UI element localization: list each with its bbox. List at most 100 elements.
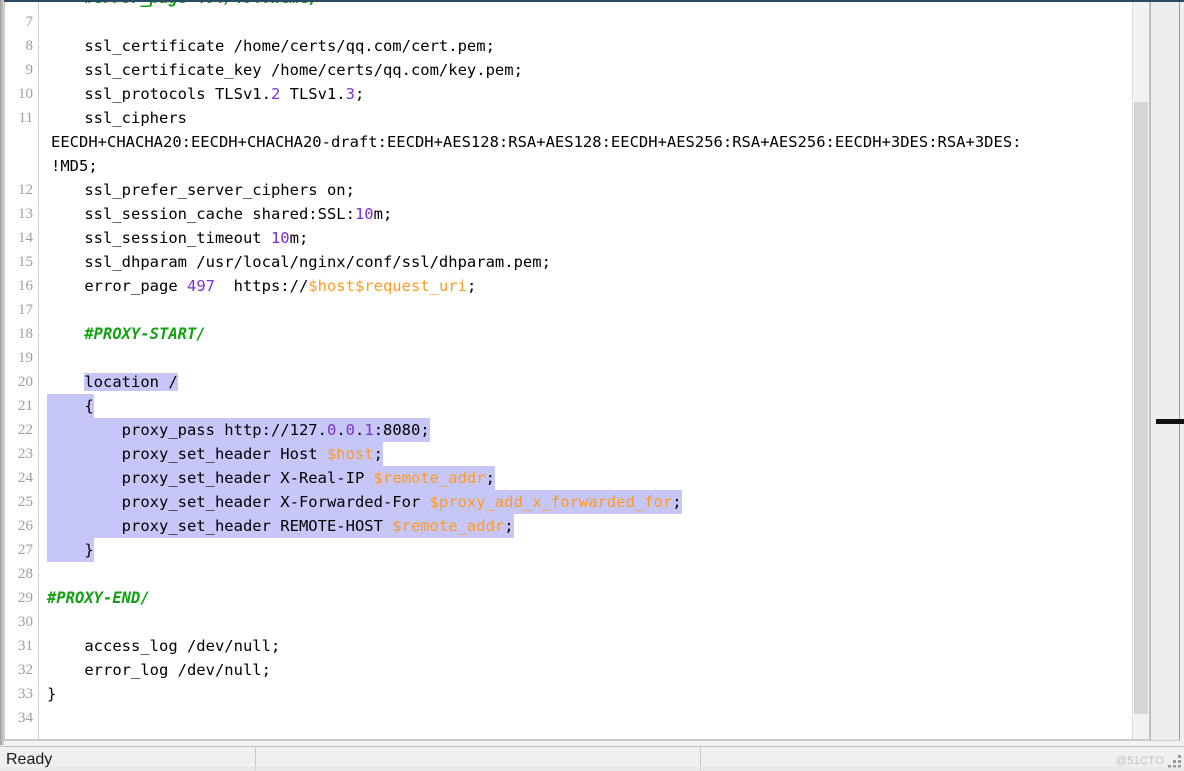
code-line[interactable]: 24 proxy_set_header X-Real-IP $remote_ad… bbox=[5, 466, 1149, 490]
line-number: 14 bbox=[18, 230, 33, 246]
line-number: 29 bbox=[18, 590, 33, 606]
code-line-text[interactable]: location / bbox=[47, 370, 178, 394]
code-token: error_page bbox=[47, 277, 187, 295]
code-token: EECDH+CHACHA20:EECDH+CHACHA20-draft:EECD… bbox=[51, 133, 1022, 151]
code-line-text[interactable]: ssl_ciphers bbox=[47, 106, 187, 130]
code-token: 2 bbox=[270, 85, 281, 103]
code-line[interactable]: 9 ssl_certificate_key /home/certs/qq.com… bbox=[5, 58, 1149, 82]
code-line[interactable]: 15 ssl_dhparam /usr/local/nginx/conf/ssl… bbox=[5, 250, 1149, 274]
line-number: 20 bbox=[18, 374, 33, 390]
line-number: 10 bbox=[18, 86, 33, 102]
code-line[interactable]: 22 proxy_pass http://127.0.0.1:8080; bbox=[5, 418, 1149, 442]
watermark-label: @51CTO bbox=[1115, 755, 1164, 767]
code-line[interactable]: 8 ssl_certificate /home/certs/qq.com/cer… bbox=[5, 34, 1149, 58]
code-line-text[interactable]: ssl_session_cache shared:SSL:10m; bbox=[47, 202, 392, 226]
code-token: #error_page 404/404.html; bbox=[84, 2, 317, 7]
code-line[interactable]: 28 bbox=[5, 562, 1149, 586]
code-line[interactable]: 6 #error_page 404/404.html; bbox=[5, 2, 1149, 10]
code-line[interactable]: 13 ssl_session_cache shared:SSL:10m; bbox=[5, 202, 1149, 226]
code-token: ssl_protocols TLSv1. bbox=[47, 85, 271, 103]
code-line-text[interactable]: #error_page 404/404.html; bbox=[47, 2, 317, 10]
code-line[interactable]: 16 error_page 497 https://$host$request_… bbox=[5, 274, 1149, 298]
code-token: ; bbox=[504, 517, 514, 535]
code-line-text[interactable]: #PROXY-END/ bbox=[47, 586, 150, 610]
code-line[interactable]: 34 bbox=[5, 706, 1149, 730]
code-line-text[interactable]: access_log /dev/null; bbox=[47, 634, 280, 658]
code-line-text[interactable]: error_page 497 https://$host$request_uri… bbox=[47, 274, 476, 298]
line-number: 12 bbox=[18, 182, 33, 198]
code-line[interactable]: 26 proxy_set_header REMOTE-HOST $remote_… bbox=[5, 514, 1149, 538]
line-number: 28 bbox=[18, 566, 33, 582]
code-line-text[interactable]: ssl_dhparam /usr/local/nginx/conf/ssl/dh… bbox=[47, 250, 551, 274]
line-number: 30 bbox=[18, 614, 33, 630]
code-line-text[interactable]: ssl_protocols TLSv1.2 TLSv1.3; bbox=[47, 82, 364, 106]
line-number: 21 bbox=[18, 398, 33, 414]
code-line[interactable]: 18 #PROXY-START/ bbox=[5, 322, 1149, 346]
code-line-text[interactable]: EECDH+CHACHA20:EECDH+CHACHA20-draft:EECD… bbox=[51, 130, 1022, 154]
code-token: #PROXY-START/ bbox=[84, 325, 206, 343]
line-number: 26 bbox=[18, 518, 33, 534]
code-token: m; bbox=[289, 229, 309, 247]
code-line-text[interactable]: proxy_set_header Host $host; bbox=[47, 442, 383, 466]
code-line-text[interactable]: proxy_pass http://127.0.0.1:8080; bbox=[47, 418, 430, 442]
line-number: 11 bbox=[18, 110, 33, 126]
line-number: 17 bbox=[18, 302, 33, 318]
code-line[interactable]: 20 location / bbox=[5, 370, 1149, 394]
vertical-scrollbar-thumb[interactable] bbox=[1134, 102, 1148, 714]
code-surface[interactable]: 6 #error_page 404/404.html; 7 8 ssl_certif… bbox=[5, 2, 1149, 739]
code-line-text[interactable]: !MD5; bbox=[51, 154, 98, 178]
code-line[interactable]: 29 #PROXY-END/ bbox=[5, 586, 1149, 610]
vertical-scrollbar[interactable] bbox=[1132, 2, 1149, 739]
code-line-text[interactable]: } bbox=[47, 682, 56, 706]
code-line[interactable]: 17 bbox=[5, 298, 1149, 322]
code-line-text[interactable]: ssl_prefer_server_ciphers on; bbox=[47, 178, 355, 202]
code-line[interactable]: 23 proxy_set_header Host $host; bbox=[5, 442, 1149, 466]
line-number: 9 bbox=[25, 62, 34, 78]
line-number: 15 bbox=[18, 254, 33, 270]
code-line[interactable]: 31 access_log /dev/null; bbox=[5, 634, 1149, 658]
code-line-text[interactable]: error_log /dev/null; bbox=[47, 658, 271, 682]
code-line-text[interactable]: proxy_set_header X-Real-IP $remote_addr; bbox=[47, 466, 495, 490]
code-line-text[interactable]: proxy_set_header REMOTE-HOST $remote_add… bbox=[47, 514, 514, 538]
code-token: proxy_set_header Host bbox=[47, 445, 327, 463]
code-token: proxy_set_header REMOTE-HOST bbox=[47, 517, 393, 535]
line-number: 18 bbox=[18, 326, 33, 342]
code-line[interactable]: 19 bbox=[5, 346, 1149, 370]
code-token: $host$request_uri bbox=[308, 277, 467, 295]
code-line[interactable]: 33} bbox=[5, 682, 1149, 706]
code-line-text[interactable]: ssl_session_timeout 10m; bbox=[47, 226, 308, 250]
code-line[interactable]: 25 proxy_set_header X-Forwarded-For $pro… bbox=[5, 490, 1149, 514]
code-line-text[interactable]: #PROXY-START/ bbox=[47, 322, 206, 346]
code-line[interactable]: 32 error_log /dev/null; bbox=[5, 658, 1149, 682]
code-token: !MD5; bbox=[51, 157, 98, 175]
code-line[interactable]: 7 bbox=[5, 10, 1149, 34]
code-line[interactable]: 27 } bbox=[5, 538, 1149, 562]
code-line-text[interactable]: ssl_certificate /home/certs/qq.com/cert.… bbox=[47, 34, 495, 58]
code-line[interactable]: 30 bbox=[5, 610, 1149, 634]
code-line[interactable]: 12 ssl_prefer_server_ciphers on; bbox=[5, 178, 1149, 202]
code-token: ; bbox=[354, 85, 365, 103]
code-line-text[interactable]: proxy_set_header X-Forwarded-For $proxy_… bbox=[47, 490, 682, 514]
code-line[interactable]: 21 { bbox=[5, 394, 1149, 418]
right-edge-marker bbox=[1156, 419, 1184, 424]
code-editor[interactable]: 6 #error_page 404/404.html; 7 8 ssl_certif… bbox=[4, 2, 1150, 740]
code-token: proxy_set_header X-Real-IP bbox=[47, 469, 374, 487]
code-line-text[interactable]: } bbox=[47, 538, 94, 562]
line-number: 31 bbox=[18, 638, 33, 654]
code-line[interactable]: EECDH+CHACHA20:EECDH+CHACHA20-draft:EECD… bbox=[5, 130, 1149, 154]
code-token: :8080; bbox=[373, 421, 430, 439]
code-line[interactable]: 10 ssl_protocols TLSv1.2 TLSv1.3; bbox=[5, 82, 1149, 106]
code-line[interactable]: 14 ssl_session_timeout 10m; bbox=[5, 226, 1149, 250]
code-token: ssl_prefer_server_ciphers on; bbox=[47, 181, 355, 199]
line-number: 32 bbox=[18, 662, 33, 678]
code-line[interactable]: 11 ssl_ciphers bbox=[5, 106, 1149, 130]
code-line-text[interactable]: ssl_certificate_key /home/certs/qq.com/k… bbox=[47, 58, 523, 82]
code-line-text[interactable]: { bbox=[47, 394, 94, 418]
code-line[interactable]: !MD5; bbox=[5, 154, 1149, 178]
code-token: . bbox=[336, 421, 346, 439]
code-token: ssl_ciphers bbox=[47, 109, 187, 127]
code-token: ssl_certificate_key /home/certs/qq.com/k… bbox=[47, 61, 523, 79]
